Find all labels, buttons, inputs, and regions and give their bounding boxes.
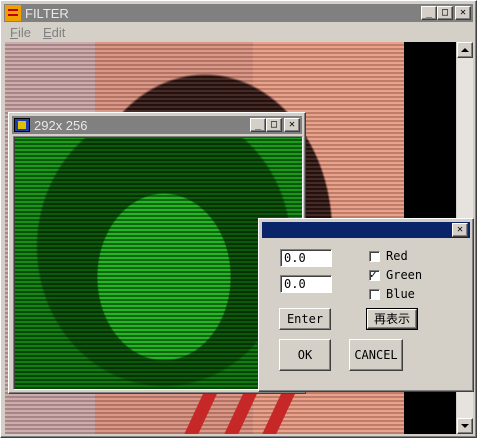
ok-button[interactable]: OK <box>279 339 331 371</box>
menu-file[interactable]: File <box>4 25 37 40</box>
image-window-titlebar[interactable]: 292x 256 _ □ ✕ <box>12 116 302 134</box>
dialog-close-button[interactable]: ✕ <box>452 223 468 237</box>
shirt-stripe <box>262 388 298 434</box>
checkbox-green[interactable]: Green <box>369 268 422 282</box>
arrow-down-icon <box>461 424 469 428</box>
maximize-button[interactable]: □ <box>437 6 453 20</box>
close-icon: ✕ <box>288 119 296 130</box>
redisplay-button[interactable]: 再表示 <box>366 308 418 330</box>
checkbox-red[interactable]: Red <box>369 249 408 263</box>
checkbox-green-label: Green <box>386 268 423 282</box>
checkbox-blue-label: Blue <box>386 287 415 301</box>
checkbox-box[interactable] <box>369 288 380 300</box>
minimize-icon: _ <box>254 119 262 130</box>
close-icon: ✕ <box>459 7 467 18</box>
arrow-up-icon <box>461 48 469 52</box>
main-titlebar[interactable]: FILTER _ □ ✕ <box>4 4 473 22</box>
shirt-stripe <box>184 388 220 434</box>
close-icon: ✕ <box>456 224 464 235</box>
minimize-icon: _ <box>425 7 433 18</box>
minimize-button[interactable]: _ <box>421 6 437 20</box>
shirt-stripe <box>224 388 260 434</box>
movie-film-icon[interactable] <box>14 118 30 132</box>
checkbox-box[interactable] <box>369 268 380 281</box>
checkbox-red-label: Red <box>386 249 408 263</box>
image-window-title: 292x 256 <box>34 117 88 133</box>
value-field-2[interactable]: 0.0 <box>280 275 332 293</box>
checkbox-blue[interactable]: Blue <box>369 287 415 301</box>
cancel-button[interactable]: CANCEL <box>349 339 403 371</box>
image-close-button[interactable]: ✕ <box>284 118 300 132</box>
filter-app-icon[interactable] <box>5 5 21 21</box>
enter-button[interactable]: Enter <box>279 308 331 330</box>
image-maximize-button[interactable]: □ <box>266 118 282 132</box>
maximize-icon: □ <box>441 7 449 18</box>
value-field-1[interactable]: 0.0 <box>280 249 332 267</box>
menu-bar: File Edit <box>4 23 71 41</box>
maximize-icon: □ <box>270 119 278 130</box>
main-window-title: FILTER <box>25 5 69 21</box>
filter-dialog: ✕ 0.0 0.0 Red Green Blue Enter 再表示 OK CA… <box>258 218 474 392</box>
menu-edit[interactable]: Edit <box>37 25 71 40</box>
image-minimize-button[interactable]: _ <box>250 118 266 132</box>
scroll-down-button[interactable] <box>457 418 473 434</box>
checkbox-box[interactable] <box>369 250 380 262</box>
scroll-up-button[interactable] <box>457 42 473 58</box>
close-button[interactable]: ✕ <box>455 6 471 20</box>
dialog-titlebar[interactable]: ✕ <box>262 222 470 238</box>
